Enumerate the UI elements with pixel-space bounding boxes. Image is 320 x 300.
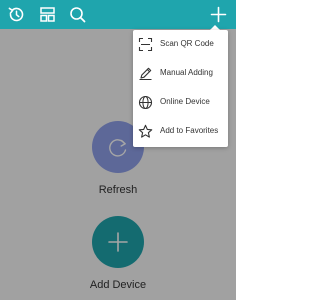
layout-icon[interactable] — [37, 4, 58, 25]
star-icon — [138, 124, 153, 139]
search-icon[interactable] — [67, 4, 88, 25]
add-icon[interactable] — [208, 4, 229, 25]
qr-scan-icon — [138, 37, 153, 52]
add-menu: Scan QR Code Manual Adding Online Device… — [133, 30, 228, 147]
menu-item-manual-adding[interactable]: Manual Adding — [133, 59, 228, 88]
menu-item-label: Manual Adding — [160, 68, 213, 77]
menu-item-scan-qr-code[interactable]: Scan QR Code — [133, 30, 228, 59]
menu-item-label: Scan QR Code — [160, 39, 214, 48]
globe-icon — [138, 95, 153, 110]
history-icon[interactable] — [6, 4, 27, 25]
menu-item-label: Online Device — [160, 97, 210, 106]
pencil-icon — [138, 66, 153, 81]
screen: Refresh Add Device Scan QR Code Manual A… — [0, 0, 236, 300]
menu-item-add-to-favorites[interactable]: Add to Favorites — [133, 117, 228, 146]
menu-item-label: Add to Favorites — [160, 126, 219, 135]
menu-item-online-device[interactable]: Online Device — [133, 88, 228, 117]
top-bar — [0, 0, 236, 29]
